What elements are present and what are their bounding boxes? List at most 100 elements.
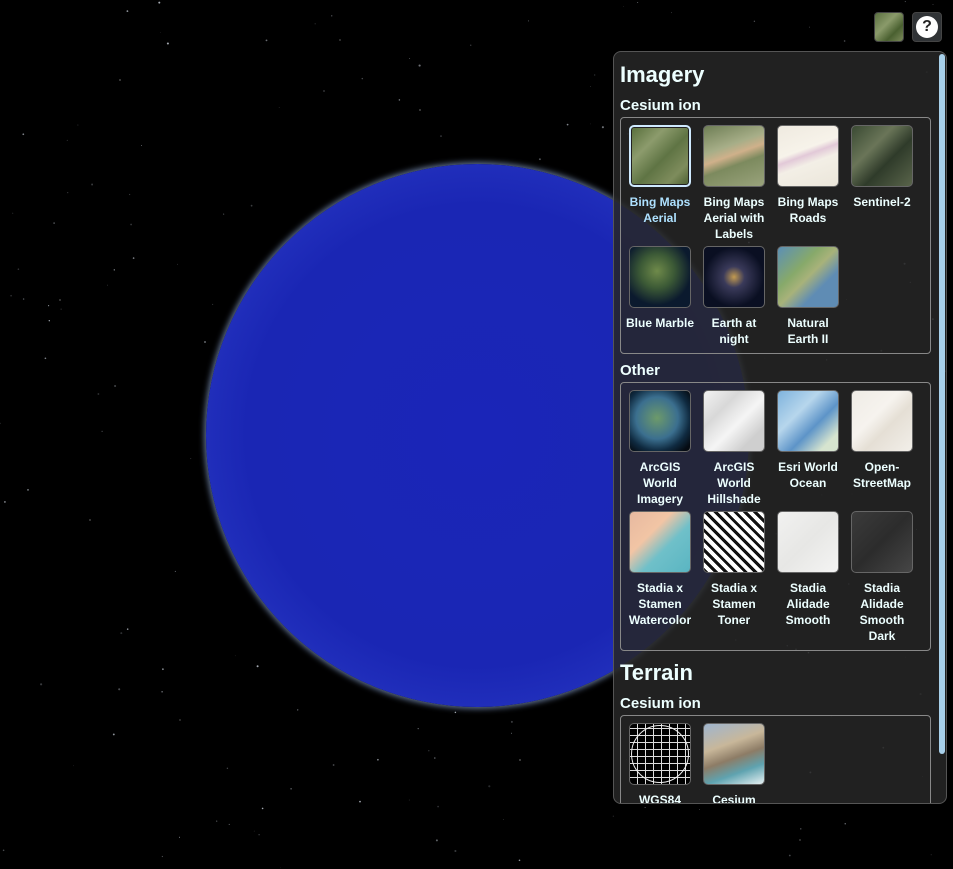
help-button[interactable]: ?: [912, 12, 942, 42]
imagery-item-alidade-smooth-dark[interactable]: Stadia Alidade Smooth Dark: [847, 511, 917, 644]
star: [158, 1, 161, 4]
star: [48, 305, 50, 307]
star: [428, 750, 430, 752]
star: [361, 77, 364, 80]
star: [179, 836, 180, 838]
star: [66, 139, 68, 141]
star: [408, 799, 410, 801]
imagery-item-arcgis-world-hillshade[interactable]: ArcGIS World Hillshade: [699, 390, 769, 507]
wgs84-ellipsoid-thumbnail: [629, 723, 691, 785]
star: [126, 628, 129, 630]
star: [216, 820, 218, 822]
imagery-item-arcgis-world-imagery[interactable]: ArcGIS World Imagery: [625, 390, 695, 507]
star: [132, 257, 135, 259]
star: [409, 58, 411, 59]
star: [417, 727, 419, 730]
star: [107, 284, 108, 286]
toner-thumbnail: [703, 511, 765, 573]
star: [590, 123, 591, 125]
star: [234, 655, 236, 657]
blue-marble-thumbnail: [629, 246, 691, 308]
star: [278, 107, 280, 108]
star: [518, 859, 521, 862]
star: [398, 99, 401, 101]
star: [671, 12, 672, 14]
star: [53, 222, 55, 224]
watercolor-thumbnail: [629, 511, 691, 573]
star: [40, 683, 43, 686]
scrollbar[interactable]: [939, 54, 945, 754]
star: [228, 823, 230, 825]
star: [22, 298, 25, 300]
star: [44, 357, 47, 360]
star: [48, 320, 50, 322]
star: [904, 1, 906, 3]
star: [332, 764, 335, 766]
star: [566, 123, 569, 126]
star: [314, 23, 316, 25]
star: [623, 6, 625, 8]
star: [166, 42, 169, 45]
star: [0, 422, 1, 425]
star: [223, 213, 225, 215]
star: [470, 44, 472, 46]
star: [2, 849, 5, 852]
star: [323, 90, 325, 92]
bing-labels-thumbnail: [703, 125, 765, 187]
imagery-item-esri-world-ocean[interactable]: Esri World Ocean: [773, 390, 843, 491]
star: [280, 867, 281, 869]
imagery-item-bing-maps-aerial[interactable]: Bing Maps Aerial: [625, 125, 695, 226]
imagery-item-natural-earth-ii[interactable]: Natural Earth II: [773, 246, 843, 347]
star: [10, 294, 12, 297]
star: [261, 807, 264, 810]
star: [162, 668, 164, 671]
star: [113, 269, 115, 271]
star: [844, 823, 846, 825]
cesium-terrain-thumbnail: [703, 723, 765, 785]
star: [258, 834, 260, 836]
terrain-title: Terrain: [620, 660, 693, 685]
star: [454, 849, 457, 853]
star: [637, 2, 639, 3]
star: [612, 815, 614, 817]
imagery-item-blue-marble[interactable]: Blue Marble: [625, 246, 695, 331]
imagery-cesium-ion-group: Bing Maps Aerial Bing Maps Aerial with L…: [620, 117, 931, 354]
star: [359, 800, 361, 803]
star: [60, 308, 62, 310]
star: [204, 341, 206, 343]
osm-thumbnail: [851, 390, 913, 452]
imagery-section-other-title: Other: [620, 362, 661, 379]
star: [22, 133, 25, 136]
imagery-item-bing-maps-aerial-with-labels[interactable]: Bing Maps Aerial with Labels: [699, 125, 769, 242]
terrain-item-wgs84[interactable]: WGS84: [625, 723, 695, 803]
imagery-item-bing-maps-roads[interactable]: Bing Maps Roads: [773, 125, 843, 226]
imagery-other-group: ArcGIS World Imagery ArcGIS World Hillsh…: [620, 382, 931, 651]
star: [843, 40, 846, 42]
sentinel-thumbnail: [851, 125, 913, 187]
terrain-item-cesium-world-terrain[interactable]: Cesium: [699, 723, 769, 803]
star: [377, 758, 379, 761]
star: [174, 570, 176, 572]
imagery-item-stamen-watercolor[interactable]: Stadia x Stamen Watercolor: [625, 511, 695, 628]
star: [140, 144, 143, 147]
star: [128, 193, 131, 196]
imagery-item-earth-at-night[interactable]: Earth at night: [699, 246, 769, 347]
imagery-item-sentinel-2[interactable]: Sentinel-2: [847, 125, 917, 210]
imagery-item-alidade-smooth[interactable]: Stadia Alidade Smooth: [773, 511, 843, 628]
question-mark-icon: ?: [916, 16, 938, 38]
star: [932, 4, 934, 5]
star: [27, 489, 29, 491]
star: [331, 15, 333, 17]
star: [488, 785, 491, 788]
base-layer-picker-button[interactable]: [874, 12, 904, 42]
arcgis-hillshade-thumbnail: [703, 390, 765, 452]
imagery-section-cesium-ion-title: Cesium ion: [620, 97, 701, 114]
star: [73, 765, 74, 767]
star: [437, 805, 439, 808]
imagery-item-stamen-toner[interactable]: Stadia x Stamen Toner: [699, 511, 769, 628]
imagery-item-openstreetmap[interactable]: Open­StreetMap: [847, 390, 917, 491]
star: [594, 74, 596, 76]
star: [160, 32, 162, 33]
star: [118, 688, 121, 691]
base-layer-picker-dropdown[interactable]: Imagery Cesium ion Bing Maps Aerial Bing…: [613, 51, 947, 804]
